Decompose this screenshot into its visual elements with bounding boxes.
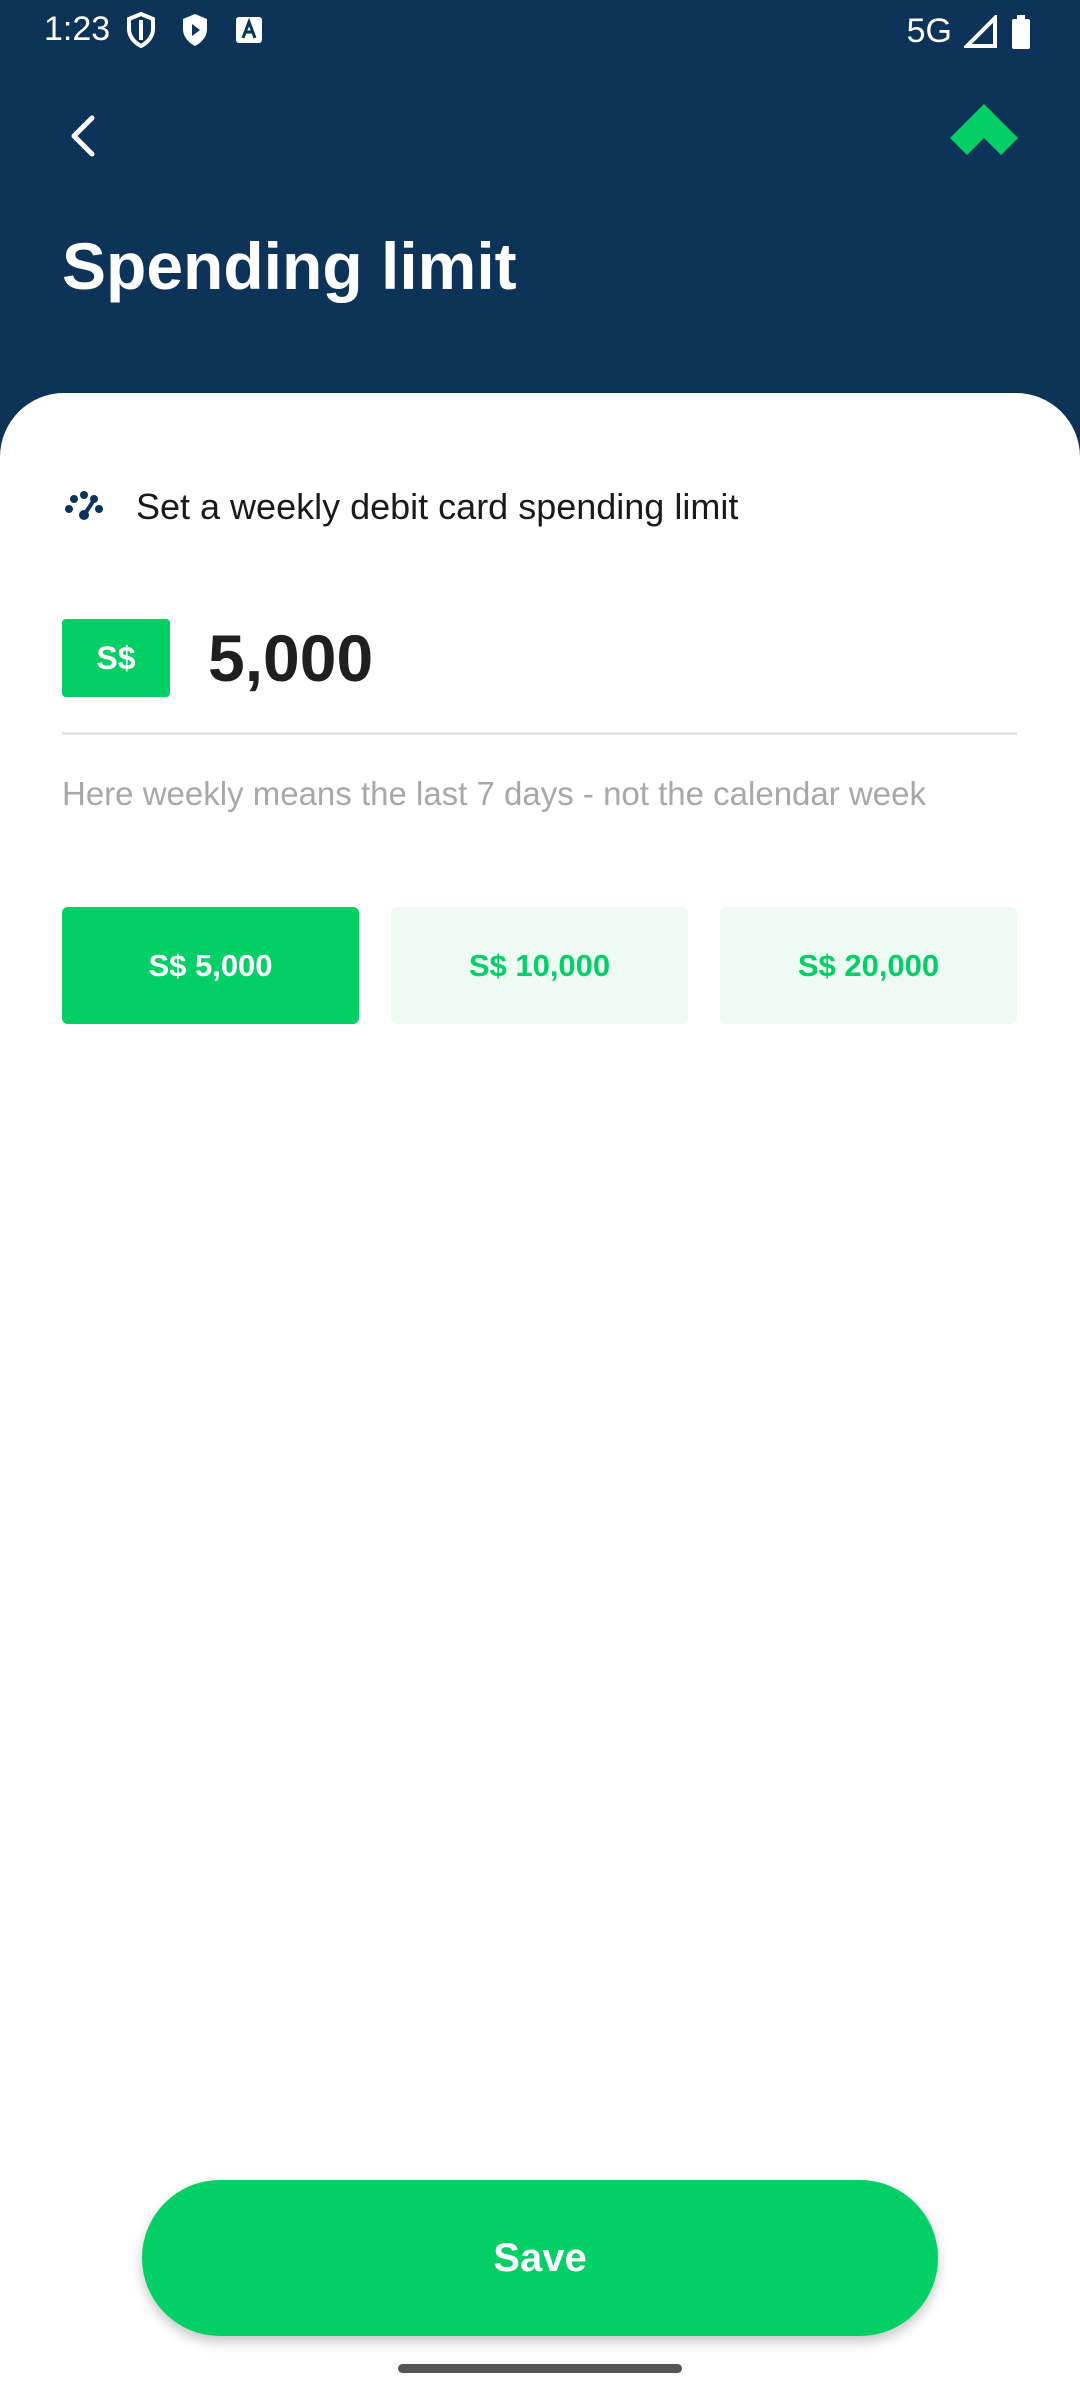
shield-icon bbox=[127, 12, 155, 48]
hint-text: Here weekly means the last 7 days - not … bbox=[62, 775, 926, 812]
header: 1:23 5G Spending limit bbox=[0, 0, 1080, 420]
info-row: Set a weekly debit card spending limit bbox=[62, 485, 738, 529]
preset-10000-button[interactable]: S$ 10,000 bbox=[391, 907, 688, 1024]
preset-5000-button[interactable]: S$ 5,000 bbox=[62, 907, 359, 1024]
status-icons-left bbox=[126, 12, 264, 48]
page-title: Spending limit bbox=[62, 229, 517, 303]
signal-icon bbox=[964, 14, 997, 48]
content-sheet: Set a weekly debit card spending limit S… bbox=[0, 393, 1080, 2400]
gauge-icon bbox=[65, 491, 103, 520]
preset-20000-button[interactable]: S$ 20,000 bbox=[720, 907, 1017, 1024]
save-button[interactable]: Save bbox=[142, 2180, 938, 2336]
status-icons-right: 5G bbox=[907, 12, 1032, 51]
info-text: Set a weekly debit card spending limit bbox=[136, 486, 739, 527]
back-arrow-icon[interactable] bbox=[58, 108, 114, 164]
amount-input[interactable]: S$ 5,000 bbox=[62, 619, 373, 697]
brand-logo-icon bbox=[950, 104, 1018, 172]
home-indicator[interactable] bbox=[398, 2364, 682, 2373]
network-label: 5G bbox=[906, 12, 952, 50]
amount-underline bbox=[62, 732, 1017, 735]
preset-row: S$ 5,000 S$ 10,000 S$ 20,000 bbox=[62, 907, 1017, 1024]
play-protect-icon bbox=[183, 14, 207, 46]
status-bar: 1:23 5G bbox=[0, 0, 1080, 62]
currency-badge: S$ bbox=[62, 619, 170, 697]
font-icon bbox=[236, 17, 262, 43]
battery-icon bbox=[1012, 14, 1030, 49]
status-time: 1:23 bbox=[44, 10, 111, 48]
amount-value[interactable]: 5,000 bbox=[208, 620, 373, 696]
